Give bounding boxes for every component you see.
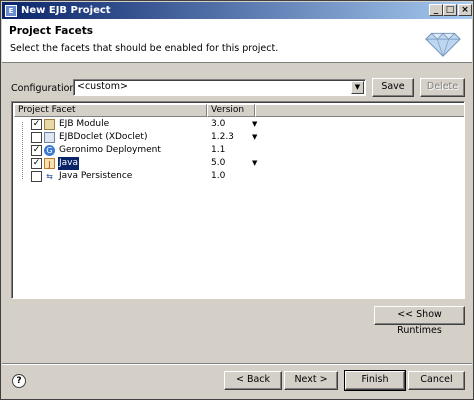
configurations-value: <custom> <box>77 81 128 92</box>
facet-name: EJBDoclet (XDoclet) <box>59 132 148 142</box>
close-button[interactable]: × <box>458 4 472 16</box>
help-icon[interactable]: ? <box>12 374 26 388</box>
facet-version[interactable]: 3.0 <box>211 118 225 131</box>
facet-checkbox[interactable]: ✓ <box>31 119 42 130</box>
table-header: Project Facet Version <box>14 104 464 117</box>
page-title: Project Facets <box>9 25 93 37</box>
column-header-filler <box>255 104 464 117</box>
java-persistence-icon: ⇆ <box>46 172 53 181</box>
next-button[interactable]: Next > <box>284 371 338 390</box>
back-button[interactable]: < Back <box>224 371 282 390</box>
java-icon: J <box>44 158 55 169</box>
footer-divider <box>2 363 472 365</box>
title-bar[interactable]: E New EJB Project _ □ × <box>2 2 472 19</box>
facet-name: EJB Module <box>59 119 110 129</box>
finish-button[interactable]: Finish <box>344 370 406 391</box>
facet-checkbox[interactable]: ✓ <box>31 145 42 156</box>
ejb-module-icon <box>44 119 55 130</box>
dialog-window: E New EJB Project _ □ × Project Facets S… <box>0 0 474 400</box>
table-row[interactable]: EJBDoclet (XDoclet) 1.2.3 ▼ <box>14 131 464 144</box>
show-runtimes-button[interactable]: << Show Runtimes <box>374 306 465 336</box>
geronimo-icon: G <box>44 145 55 156</box>
facet-version[interactable]: 5.0 <box>211 157 225 170</box>
cancel-button[interactable]: Cancel <box>408 371 465 390</box>
table-row[interactable]: ⇆ Java Persistence 1.0 <box>14 170 464 183</box>
chevron-down-icon[interactable]: ▼ <box>252 118 257 131</box>
facet-name: Geronimo Deployment <box>59 145 161 155</box>
window-title: New EJB Project <box>21 5 111 16</box>
facet-checkbox[interactable]: ✓ <box>31 158 42 169</box>
configurations-combo[interactable]: <custom> ▼ <box>73 79 366 96</box>
facet-name: Java <box>58 157 80 170</box>
facet-version[interactable]: 1.2.3 <box>211 131 234 144</box>
table-row[interactable]: ✓ EJB Module 3.0 ▼ <box>14 118 464 131</box>
facet-checkbox[interactable] <box>31 171 42 182</box>
column-header-version[interactable]: Version <box>207 104 255 117</box>
window-icon: E <box>5 4 17 17</box>
facet-version[interactable]: 1.0 <box>211 170 225 183</box>
gem-icon <box>425 32 461 57</box>
facet-name: Java Persistence <box>59 171 133 181</box>
wizard-header: Project Facets Select the facets that sh… <box>2 19 472 63</box>
page-description: Select the facets that should be enabled… <box>10 43 279 54</box>
table-row[interactable]: ✓ J Java 5.0 ▼ <box>14 157 464 170</box>
table-row[interactable]: ✓ G Geronimo Deployment 1.1 <box>14 144 464 157</box>
delete-button: Delete <box>420 78 465 97</box>
minimize-button[interactable]: _ <box>429 4 443 16</box>
save-button[interactable]: Save <box>372 78 414 97</box>
chevron-down-icon[interactable]: ▼ <box>252 157 257 170</box>
ejbdoclet-icon <box>44 132 55 143</box>
facets-table[interactable]: Project Facet Version ✓ EJB Module 3.0 ▼… <box>11 101 465 299</box>
column-header-facet[interactable]: Project Facet <box>14 104 207 117</box>
facet-checkbox[interactable] <box>31 132 42 143</box>
chevron-down-icon[interactable]: ▼ <box>252 131 257 144</box>
maximize-button[interactable]: □ <box>443 4 457 16</box>
chevron-down-icon[interactable]: ▼ <box>351 81 364 94</box>
facet-version[interactable]: 1.1 <box>211 144 225 157</box>
